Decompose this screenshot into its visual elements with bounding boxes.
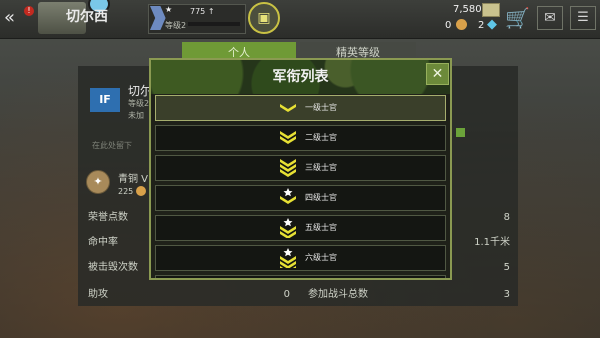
gem-amount: 2 bbox=[478, 20, 485, 31]
stat-row: 参加战斗总数 3 bbox=[300, 284, 516, 306]
top-bar: « ! 切尔西 ★ 775 ↑ 等级2 ▣ 7,580 0 2 ◆ 🛒 ✉ ☰ bbox=[0, 0, 600, 39]
bronze-league-icon: ✦ bbox=[86, 170, 110, 194]
rank-list-item[interactable]: 六级士官 bbox=[155, 245, 446, 271]
rank-chevron-icon bbox=[280, 188, 296, 204]
stat-label: 参加战斗总数 bbox=[308, 289, 368, 300]
rank-list-item[interactable]: 四级士官 bbox=[155, 185, 446, 211]
rank-experience-value: 775 bbox=[190, 7, 206, 16]
rank-list-item[interactable]: 三级士官 bbox=[155, 155, 446, 181]
player-unit: 未加 bbox=[128, 111, 144, 120]
rank-list-item[interactable] bbox=[155, 275, 446, 278]
shop-cart-icon[interactable]: 🛒 bbox=[505, 6, 530, 30]
silver-amount: 0 bbox=[445, 20, 452, 31]
medal-button[interactable]: ▣ bbox=[248, 2, 280, 34]
rank-label: 六级士官 bbox=[305, 253, 337, 262]
rank-chevron-icon bbox=[280, 104, 296, 112]
back-chevron-icon[interactable]: « bbox=[4, 8, 26, 28]
player-note[interactable]: 在此处留下 bbox=[92, 140, 132, 151]
rank-chevron-icon bbox=[280, 248, 296, 268]
rank-experience: 775 ↑ bbox=[190, 7, 215, 16]
rank-label: 四级士官 bbox=[305, 193, 337, 202]
stat-label: 助攻 bbox=[88, 289, 108, 300]
rank-level: 等级2 bbox=[165, 21, 187, 30]
rank-list-item[interactable]: 一级士官 bbox=[155, 95, 446, 121]
gold-amount: 7,580 bbox=[453, 4, 482, 15]
player-flag-icon: IF bbox=[90, 88, 120, 112]
league-value: 225 bbox=[118, 187, 134, 196]
rank-list-modal: 军衔列表 ✕ 一级士官二级士官三级士官四级士官五级士官六级士官 bbox=[149, 58, 452, 280]
modal-title: 军衔列表 bbox=[272, 69, 329, 85]
rank-chevron-icon bbox=[280, 218, 296, 238]
rank-label: 二级士官 bbox=[305, 133, 337, 142]
tank-name: 切尔西 bbox=[66, 9, 108, 25]
rank-star-icon: ★ bbox=[165, 5, 173, 14]
player-level: 等级2 bbox=[128, 99, 150, 108]
alert-badge: ! bbox=[24, 6, 34, 16]
stat-value: 5 bbox=[503, 262, 510, 273]
stat-value: 0 bbox=[283, 289, 290, 300]
close-button[interactable]: ✕ bbox=[426, 63, 449, 85]
stat-label: 荣誉点数 bbox=[88, 212, 128, 223]
stat-row: 助攻 0 bbox=[80, 284, 296, 306]
chat-icon[interactable]: ☰ bbox=[570, 6, 596, 30]
rank-progress-bar bbox=[188, 22, 240, 26]
mail-icon[interactable]: ✉ bbox=[537, 6, 563, 30]
stat-value: 3 bbox=[503, 289, 510, 300]
league-label: 青铜 V bbox=[118, 174, 149, 185]
coin-icon bbox=[136, 186, 146, 196]
rank-chevron-icon bbox=[280, 131, 296, 144]
gold-icon bbox=[482, 3, 500, 17]
rank-label: 三级士官 bbox=[305, 163, 337, 172]
stat-label: 被击毁次数 bbox=[88, 262, 138, 273]
gem-icon: ◆ bbox=[487, 17, 497, 32]
rank-list-item[interactable]: 二级士官 bbox=[155, 125, 446, 151]
silver-coin-icon bbox=[456, 19, 467, 30]
rank-chevron-icon bbox=[280, 159, 296, 177]
rank-list[interactable]: 一级士官二级士官三级士官四级士官五级士官六级士官 bbox=[155, 95, 446, 278]
stat-value: 1.1千米 bbox=[474, 237, 510, 248]
rank-list-item[interactable]: 五级士官 bbox=[155, 215, 446, 241]
green-indicator-icon bbox=[456, 128, 465, 137]
stat-label: 命中率 bbox=[88, 237, 118, 248]
stat-value: 8 bbox=[503, 212, 510, 223]
rank-label: 一级士官 bbox=[305, 103, 337, 112]
rank-label: 五级士官 bbox=[305, 223, 337, 232]
